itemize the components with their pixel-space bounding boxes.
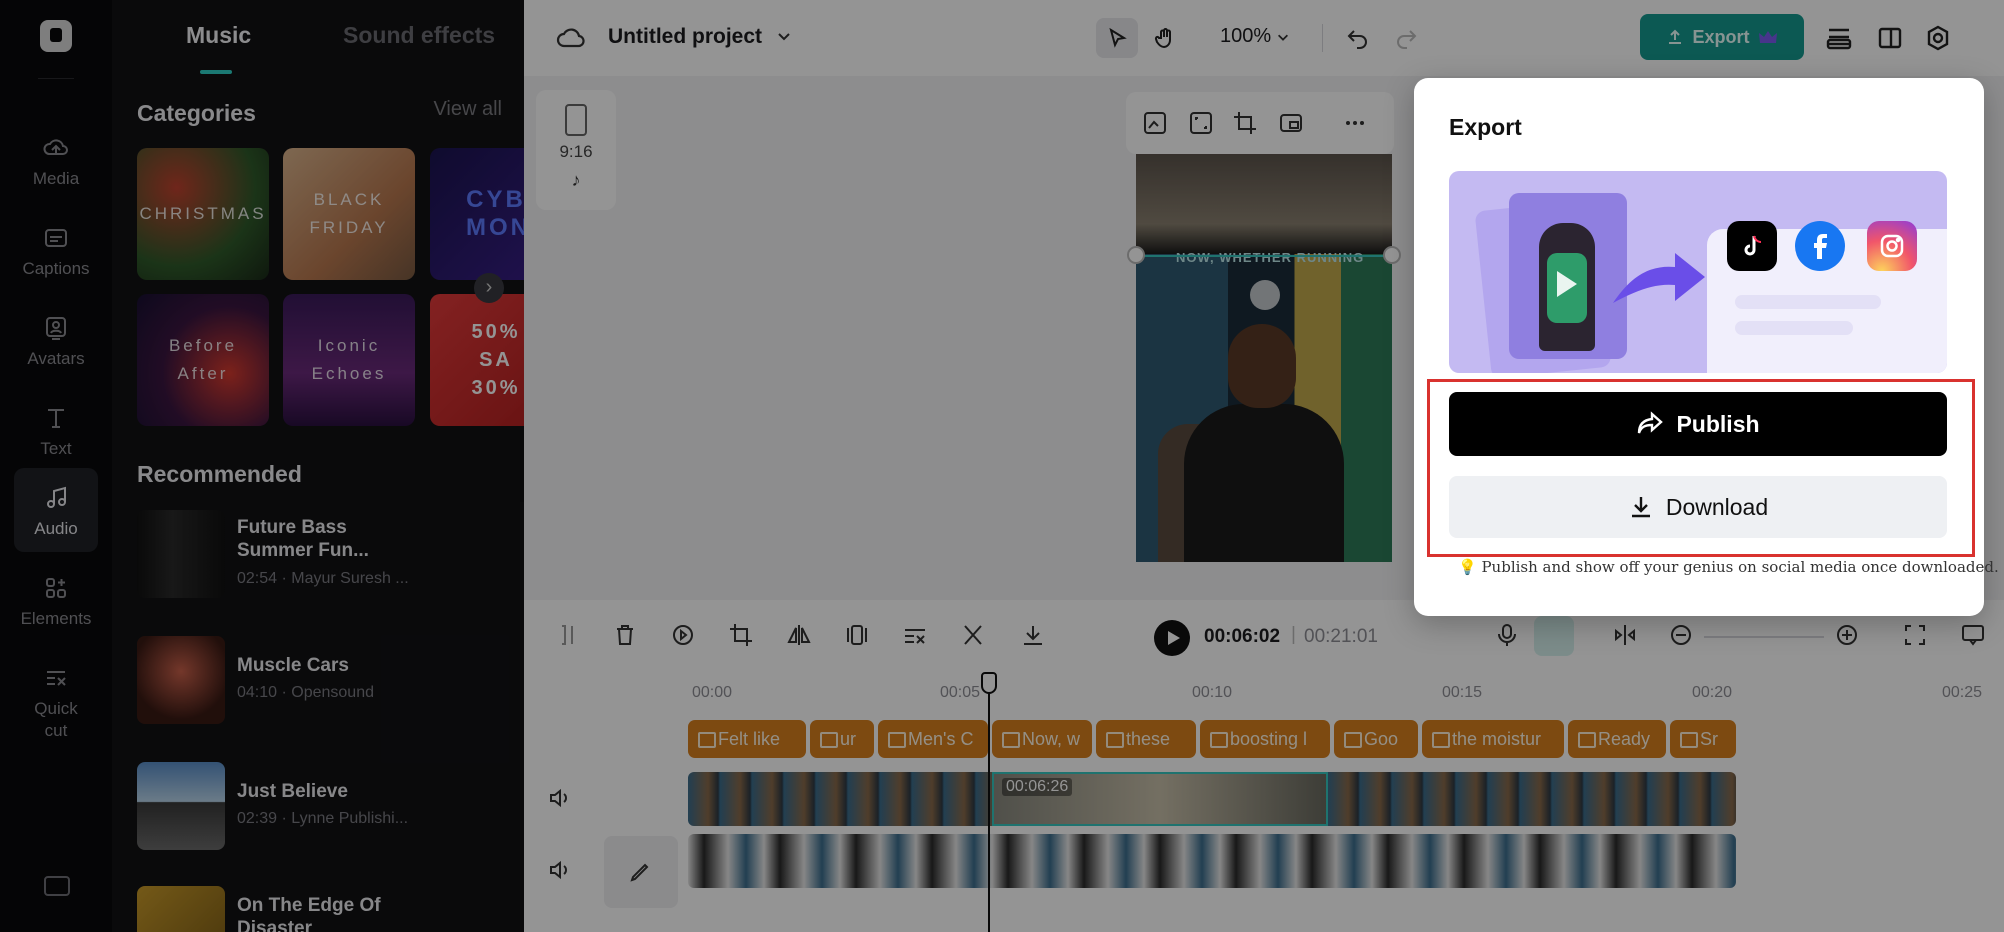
publish-button[interactable]: Publish [1449, 392, 1947, 456]
share-arrow-icon [1638, 411, 1664, 434]
export-tip-text: Publish and show off your genius on soci… [1481, 558, 1999, 576]
tiktok-icon [1727, 221, 1777, 271]
export-tip: 💡 Publish and show off your genius on so… [1458, 558, 1999, 576]
download-button[interactable]: Download [1449, 476, 1947, 538]
publish-label: Publish [1676, 410, 1760, 437]
export-modal: Export Publish Download 💡 Publish and sh… [1414, 78, 1999, 616]
illustration-bar [1735, 295, 1881, 309]
facebook-icon [1795, 221, 1845, 271]
download-icon [1631, 497, 1650, 518]
export-illustration [1449, 171, 1947, 373]
play-icon [1557, 271, 1577, 297]
instagram-icon [1867, 221, 1917, 271]
download-label: Download [1665, 493, 1769, 520]
arrow-icon [1613, 253, 1705, 303]
export-modal-title: Export [1449, 114, 1522, 140]
lightbulb-icon: 💡 [1458, 558, 1477, 576]
illustration-bar [1735, 321, 1853, 335]
